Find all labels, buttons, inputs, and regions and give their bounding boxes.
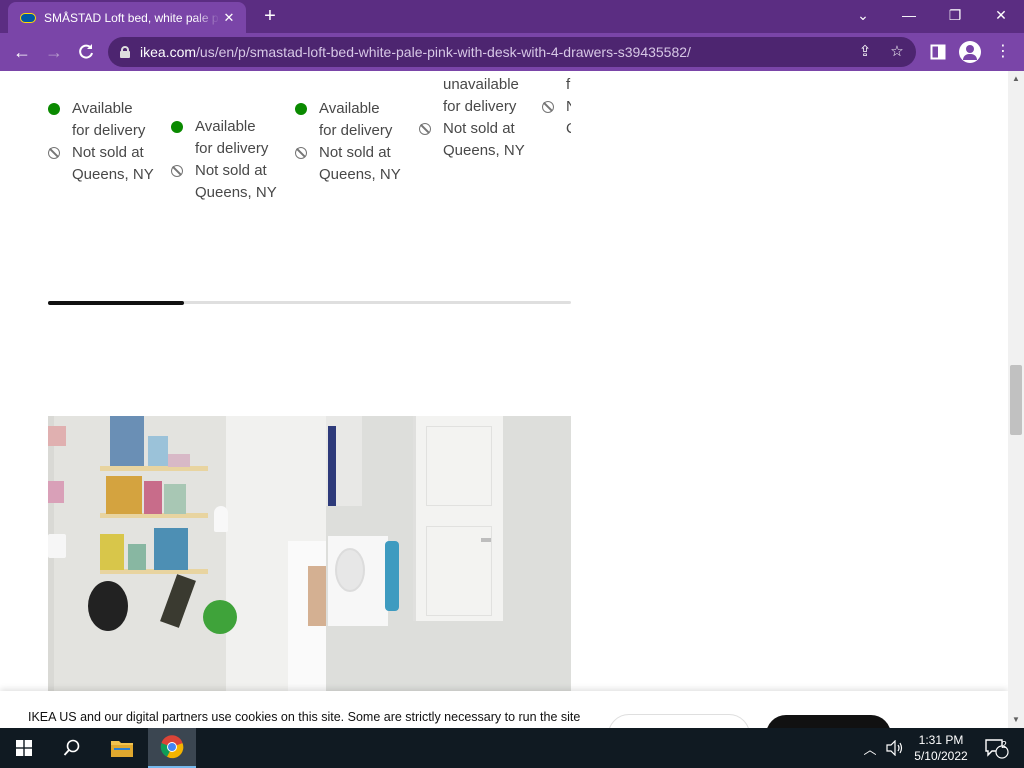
- cookie-banner-text: IKEA US and our digital partners use coo…: [28, 710, 581, 724]
- tab-close-icon[interactable]: ✕: [220, 10, 238, 26]
- available-dot-icon: [171, 121, 183, 133]
- not-available-icon: [295, 147, 307, 159]
- address-bar[interactable]: ikea.com/us/en/p/smastad-loft-bed-white-…: [108, 37, 916, 67]
- share-icon[interactable]: ⇪: [856, 43, 874, 61]
- browser-tab[interactable]: SMÅSTAD Loft bed, white pale pink with d…: [8, 2, 246, 33]
- store-status: Not sold at Queens, NY: [419, 118, 539, 162]
- availability-card[interactable]: Available for delivery Not sold at Queen…: [171, 116, 281, 204]
- ikea-favicon-icon: [20, 12, 36, 23]
- restore-button[interactable]: ❐: [932, 0, 978, 30]
- show-hidden-icons-icon[interactable]: ︿: [858, 728, 882, 768]
- lock-icon: [120, 46, 130, 58]
- bookmark-star-icon[interactable]: ☆: [888, 43, 906, 61]
- carousel-scrollbar[interactable]: [48, 300, 571, 305]
- search-icon[interactable]: [48, 728, 96, 768]
- file-explorer-icon[interactable]: [98, 728, 146, 768]
- scroll-up-icon[interactable]: ▲: [1008, 71, 1024, 87]
- not-available-icon: [542, 101, 554, 113]
- browser-toolbar: ← → ikea.com/us/en/p/smastad-loft-bed-wh…: [0, 33, 1024, 71]
- clock[interactable]: 1:31 PM 5/10/2022: [910, 728, 972, 768]
- availability-card[interactable]: Available for delivery Not sold at Queen…: [295, 98, 405, 186]
- store-status: Not sold at Queens, NY: [48, 142, 158, 186]
- delivery-status: unavailable for delivery: [443, 76, 519, 115]
- page-scrollbar[interactable]: ▲ ▼: [1008, 71, 1024, 728]
- delivery-status: Available for delivery: [48, 98, 158, 142]
- side-panel-icon[interactable]: [928, 42, 948, 62]
- notifications-icon[interactable]: 2: [976, 728, 1016, 768]
- forward-icon[interactable]: →: [42, 40, 66, 64]
- windows-taskbar: ︿ 1:31 PM 5/10/2022 2: [0, 728, 1024, 768]
- available-dot-icon: [48, 103, 60, 115]
- reload-icon[interactable]: [74, 40, 98, 64]
- carousel-scrollbar-thumb[interactable]: [48, 300, 184, 305]
- cookie-banner: IKEA US and our digital partners use coo…: [0, 691, 1008, 728]
- notification-count: 2: [1001, 740, 1007, 751]
- page-content: Available for delivery Not sold at Queen…: [0, 71, 1008, 728]
- not-available-icon: [419, 123, 431, 135]
- product-room-image[interactable]: [48, 416, 571, 728]
- availability-card[interactable]: Available for delivery Not sold at Queen…: [48, 98, 158, 186]
- not-available-icon: [171, 165, 183, 177]
- delivery-status: Available for delivery: [171, 116, 281, 160]
- chrome-menu-icon[interactable]: ⋮: [993, 42, 1013, 62]
- windows-start-icon[interactable]: [0, 728, 48, 768]
- store-status: Not sold at Queens, NY: [295, 142, 405, 186]
- carousel-clip-mask: [571, 71, 611, 211]
- scroll-down-icon[interactable]: ▼: [1008, 712, 1024, 728]
- store-status: Not sold at Queens, NY: [171, 160, 281, 204]
- browser-titlebar: SMÅSTAD Loft bed, white pale pink with d…: [0, 0, 1024, 33]
- profile-avatar-icon[interactable]: [959, 41, 981, 63]
- available-dot-icon: [295, 103, 307, 115]
- availability-card[interactable]: unavailable for delivery Not sold at Que…: [419, 74, 539, 162]
- new-tab-button[interactable]: +: [259, 5, 281, 27]
- volume-icon[interactable]: [884, 728, 906, 768]
- close-window-button[interactable]: ✕: [978, 0, 1024, 30]
- url-text: ikea.com/us/en/p/smastad-loft-bed-white-…: [140, 44, 691, 60]
- page-scrollbar-thumb[interactable]: [1010, 365, 1022, 435]
- minimize-button[interactable]: —: [886, 0, 932, 30]
- tab-search-button[interactable]: ⌄: [840, 0, 886, 30]
- tab-title: SMÅSTAD Loft bed, white pale pink with d…: [44, 10, 220, 25]
- back-icon[interactable]: ←: [10, 40, 34, 64]
- cookie-ok-button[interactable]: Ok: [766, 715, 891, 728]
- cookie-settings-button[interactable]: Cookie settings: [608, 714, 750, 728]
- delivery-status: Available for delivery: [295, 98, 405, 142]
- chrome-taskbar-icon[interactable]: [148, 728, 196, 768]
- not-available-icon: [48, 147, 60, 159]
